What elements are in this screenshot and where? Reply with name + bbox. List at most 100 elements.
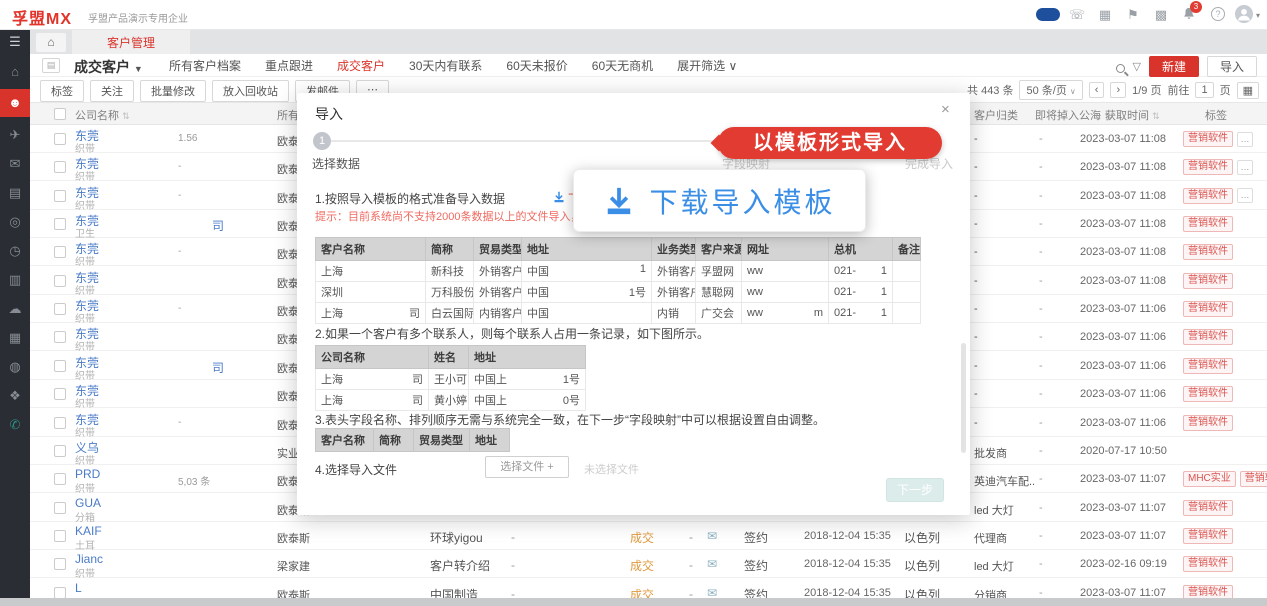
ai-badge-icon[interactable]	[1036, 8, 1060, 21]
source-cell: 环球yigou	[430, 529, 483, 546]
import-button[interactable]: 导入	[1207, 56, 1257, 77]
expand-filters-button[interactable]: 展开筛选 ∨	[666, 58, 748, 74]
send-icon[interactable]: ✈	[0, 123, 30, 147]
home-tab[interactable]: ⌂	[36, 33, 66, 52]
customers-icon[interactable]: ☻	[0, 89, 30, 117]
row-checkbox[interactable]	[54, 360, 66, 372]
apps-icon[interactable]: ▦	[0, 326, 30, 350]
row-checkbox[interactable]	[54, 133, 66, 145]
toolbar-button-3[interactable]: 批量修改	[140, 80, 206, 102]
tag-badge: 营销软件	[1183, 216, 1233, 232]
sort-icon[interactable]: ⇅	[1152, 111, 1160, 121]
column-settings-icon[interactable]: ▦	[1237, 82, 1259, 99]
compass-icon[interactable]: ◎	[0, 210, 30, 234]
example-row: 深圳万科股份外销客户1号中国外销客户慧聪网ww1021-	[316, 282, 921, 303]
source-cell: 客户转介绍	[430, 557, 490, 574]
search-icon[interactable]	[1116, 64, 1125, 73]
company-subtitle: 孚盟产品演示专用企业	[88, 10, 188, 25]
choose-file-button[interactable]: 选择文件 +	[485, 456, 569, 478]
chat-icon[interactable]: ❖	[0, 384, 30, 408]
bottom-scrollbar[interactable]	[0, 598, 1267, 606]
sort-icon[interactable]: ⇅	[122, 111, 130, 121]
mail-icon[interactable]: ✉	[707, 557, 717, 571]
new-button[interactable]: 新建	[1149, 56, 1199, 77]
row-checkbox[interactable]	[54, 275, 66, 287]
calendar-icon[interactable]: ▦	[1094, 7, 1116, 23]
avatar[interactable]	[1235, 5, 1253, 23]
page-size-select[interactable]: 50 条/页 ∨	[1019, 80, 1082, 100]
row-checkbox[interactable]	[54, 558, 66, 570]
company-link[interactable]: GUA	[75, 496, 101, 510]
history-icon[interactable]: ◷	[0, 239, 30, 263]
mail-icon[interactable]: ✉	[0, 152, 30, 176]
row-checkbox[interactable]	[54, 331, 66, 343]
prev-page-button[interactable]: ‹	[1089, 82, 1105, 98]
filter-tab-1[interactable]: 所有客户档案	[158, 58, 252, 74]
row-checkbox[interactable]	[54, 473, 66, 485]
reports-icon[interactable]: ◍	[0, 355, 30, 379]
view-switch-icon[interactable]: ▤	[42, 58, 60, 73]
products-icon[interactable]: ▥	[0, 268, 30, 292]
help-icon[interactable]: ?	[1211, 7, 1225, 21]
more-button[interactable]: …	[1237, 160, 1253, 175]
filter-tab-2[interactable]: 重点跟进	[254, 58, 324, 74]
filter-tab-6[interactable]: 60天无商机	[581, 58, 664, 74]
goto-page-input[interactable]: 1	[1195, 82, 1213, 98]
filter-tab-4[interactable]: 30天内有联系	[398, 58, 493, 74]
row-checkbox[interactable]	[54, 587, 66, 598]
apps-icon[interactable]: ▩	[1150, 7, 1172, 23]
filter-tab-5[interactable]: 60天未报价	[495, 58, 578, 74]
category-cell: -	[974, 161, 1062, 173]
close-icon[interactable]: ×	[941, 101, 950, 118]
guide-icon[interactable]: ⚑	[1122, 7, 1144, 23]
cell-right-text: 司	[412, 371, 423, 387]
company-link[interactable]: KAIF	[75, 524, 102, 538]
row-checkbox[interactable]	[54, 218, 66, 230]
topbar: 孚盟MX 孚盟产品演示专用企业 ☏ ▦ ⚑ ▩ 3 ? ▾	[0, 0, 1267, 30]
company-link[interactable]: Jianc	[75, 552, 103, 566]
menu-icon[interactable]: ☰	[0, 30, 30, 54]
company-link-extra[interactable]: 司	[212, 359, 224, 376]
row-checkbox[interactable]	[54, 303, 66, 315]
more-button[interactable]: …	[1237, 188, 1253, 203]
next-page-button[interactable]: ›	[1110, 82, 1126, 98]
step2-instruction: 2.如果一个客户有多个联系人，则每个联系人占用一条记录，如下图所示。	[315, 325, 709, 342]
filter-icon[interactable]: ▽	[1133, 60, 1141, 73]
row-checkbox[interactable]	[54, 417, 66, 429]
home-icon[interactable]: ⌂	[0, 60, 30, 84]
whatsapp-icon[interactable]: ✆	[0, 413, 30, 437]
toolbar-button-1[interactable]: 标签	[40, 80, 84, 102]
orders-icon[interactable]: ▤	[0, 181, 30, 205]
company-link[interactable]: L	[75, 581, 82, 595]
support-icon[interactable]: ☏	[1066, 7, 1088, 23]
row-checkbox[interactable]	[54, 246, 66, 258]
filter-tab-3[interactable]: 成交客户	[326, 58, 396, 74]
avatar-caret-icon[interactable]: ▾	[1256, 11, 1260, 20]
mail-icon[interactable]: ✉	[707, 529, 717, 543]
modal-scrollbar[interactable]	[961, 343, 966, 453]
row-checkbox[interactable]	[54, 530, 66, 542]
row-checkbox[interactable]	[54, 190, 66, 202]
row-checkbox[interactable]	[54, 445, 66, 457]
cloud-icon[interactable]: ☁	[0, 297, 30, 321]
more-button[interactable]: …	[1237, 132, 1253, 147]
tab-customer-management[interactable]: 客户管理	[72, 30, 190, 54]
view-selector[interactable]: 成交客户 ▼	[74, 57, 143, 77]
stage-cell: 签约	[744, 529, 768, 546]
step-1-circle: 1	[313, 132, 331, 150]
company-link[interactable]: PRD	[75, 467, 100, 481]
tags-cell: 营销软件	[1183, 585, 1233, 598]
col-tag: 标签	[1205, 107, 1227, 123]
company-link-extra[interactable]: 司	[212, 217, 224, 234]
row-checkbox[interactable]	[54, 502, 66, 514]
row-checkbox[interactable]	[54, 388, 66, 400]
toolbar-button-2[interactable]: 关注	[90, 80, 134, 102]
download-template-button[interactable]: 下载导入模板	[573, 169, 866, 232]
cell-right-text: m	[814, 307, 823, 319]
mail-icon[interactable]: ✉	[707, 586, 717, 598]
toolbar-button-4[interactable]: 放入回收站	[212, 80, 289, 102]
row-checkbox[interactable]	[54, 161, 66, 173]
example-cell: 1号中国上	[469, 369, 586, 390]
next-step-button[interactable]: 下一步	[886, 478, 944, 502]
select-all-checkbox[interactable]	[54, 108, 66, 120]
